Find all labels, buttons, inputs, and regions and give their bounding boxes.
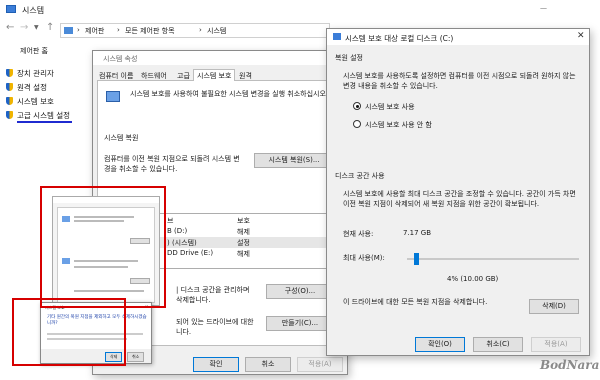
drive-status: 해제 bbox=[237, 250, 250, 258]
radio-disable-protection[interactable]: 시스템 보호 사용 안 함 bbox=[353, 119, 503, 129]
sidebar-item-label: 고급 시스템 설정 bbox=[17, 111, 71, 120]
protect-icon bbox=[333, 33, 341, 40]
highlight-box-dialog bbox=[12, 298, 126, 366]
sidebar-item-label: 원격 설정 bbox=[17, 83, 47, 92]
restore-text: 컴퓨터를 이전 복원 지점으로 되돌려 시스템 변경을 취소할 수 있습니다. bbox=[104, 155, 240, 173]
breadcrumb-item-3[interactable]: 시스템 bbox=[207, 26, 226, 36]
breadcrumb-item-1[interactable]: 제어판 bbox=[85, 26, 104, 36]
inset-no-button: 취소 bbox=[127, 352, 145, 362]
create-text-2: 니다. bbox=[176, 328, 192, 336]
control-panel-home-link[interactable]: 제어판 홈 bbox=[20, 46, 48, 56]
radio-enable-label: 시스템 보호 사용 bbox=[365, 103, 415, 111]
create-button[interactable]: 만들기(C)... bbox=[266, 316, 334, 331]
breadcrumb-sep-icon: › bbox=[199, 26, 202, 34]
radio-enable-protection[interactable]: 시스템 보호 사용 bbox=[353, 101, 503, 111]
recent-dropdown-icon[interactable]: ▼ bbox=[34, 24, 39, 31]
tab-remote[interactable]: 원격 bbox=[239, 71, 252, 81]
sysprops-intro: 시스템 보호를 사용하여 불필요한 시스템 변경을 실행 취소하십시오. bbox=[130, 90, 329, 98]
drive-status: 설정 bbox=[237, 239, 250, 247]
sysprops-ok-button[interactable]: 확인 bbox=[193, 357, 239, 372]
slider-track bbox=[407, 258, 579, 260]
system-protection-dialog: 시스템 보호 대상 로컬 디스크 (C:) ✕ 복원 설정 시스템 보호를 사용… bbox=[326, 28, 590, 356]
breadcrumb-item-2[interactable]: 모든 제어판 항목 bbox=[125, 26, 175, 36]
protect-apply-button[interactable]: 적용(A) bbox=[531, 337, 581, 352]
sysprops-apply-button[interactable]: 적용(A) bbox=[297, 357, 343, 372]
drive-name: DD Drive (E:) bbox=[167, 249, 214, 257]
explorer-titlebar: 시스템 bbox=[0, 0, 600, 20]
shield-icon bbox=[6, 111, 13, 119]
disk-usage-text: 시스템 보호에 사용할 최대 디스크 공간을 조정할 수 있습니다. 공간이 가… bbox=[343, 190, 576, 208]
max-usage-label: 최대 사용(M): bbox=[343, 254, 385, 262]
tab-hardware[interactable]: 하드웨어 bbox=[141, 71, 167, 81]
protect-cancel-button[interactable]: 취소(C) bbox=[473, 337, 523, 352]
tab-computer-name[interactable]: 컴퓨터 이름 bbox=[99, 71, 133, 81]
sidebar-item-label: 시스템 보호 bbox=[17, 97, 54, 106]
restore-settings-header: 복원 설정 bbox=[335, 54, 363, 62]
up-icon[interactable]: ↑ bbox=[46, 22, 54, 33]
tab-advanced[interactable]: 고급 bbox=[177, 71, 190, 81]
system-restore-button[interactable]: 시스템 복원(S)... bbox=[254, 153, 334, 168]
protect-title: 시스템 보호 대상 로컬 디스크 (C:) bbox=[345, 34, 454, 43]
protect-titlebar: 시스템 보호 대상 로컬 디스크 (C:) ✕ bbox=[327, 29, 589, 45]
protect-ok-button[interactable]: 확인(O) bbox=[415, 337, 465, 352]
explorer-title: 시스템 bbox=[22, 6, 45, 15]
drive-status: 해제 bbox=[237, 228, 250, 236]
sysprops-cancel-button[interactable]: 취소 bbox=[245, 357, 291, 372]
sysprops-title: 시스템 속성 bbox=[103, 55, 138, 63]
drive-name: B (D:) bbox=[167, 227, 188, 235]
tab-system-protection[interactable]: 시스템 보호 bbox=[193, 69, 236, 81]
slider-thumb[interactable] bbox=[414, 253, 419, 265]
breadcrumb-sep-icon: › bbox=[77, 26, 80, 34]
advanced-settings-underline bbox=[17, 121, 72, 123]
address-bar[interactable]: › 제어판 › 모든 제어판 항목 › 시스템 bbox=[60, 23, 330, 38]
computer-icon bbox=[106, 91, 120, 102]
drive-name: ) (시스템) bbox=[167, 239, 197, 247]
configure-text: | 디스크 공간을 관리하며 bbox=[176, 286, 250, 294]
configure-text-2: 삭제합니다. bbox=[176, 296, 211, 304]
radio-disable-label: 시스템 보호 사용 안 함 bbox=[365, 121, 432, 129]
explorer-minimize-icon[interactable]: — bbox=[540, 4, 547, 12]
delete-text: 이 드라이브에 대한 모든 복원 지점을 삭제합니다. bbox=[343, 298, 488, 306]
folder-icon bbox=[64, 27, 73, 34]
sysprops-titlebar: 시스템 속성 bbox=[93, 51, 347, 65]
create-text: 되어 있는 드라이브에 대한 bbox=[176, 318, 254, 326]
disk-usage-header: 디스크 공간 사용 bbox=[335, 172, 385, 180]
radio-button-on[interactable] bbox=[353, 102, 361, 110]
current-usage-label: 현재 사용: bbox=[343, 230, 374, 238]
shield-icon bbox=[6, 83, 13, 91]
sysprops-tabbar: 컴퓨터 이름 하드웨어 고급 시스템 보호 원격 bbox=[97, 69, 343, 81]
restore-header: 시스템 복원 bbox=[104, 134, 139, 142]
delete-button[interactable]: 삭제(D) bbox=[529, 299, 579, 314]
protection-col-header: 보호 bbox=[237, 217, 250, 225]
restore-settings-text: 시스템 보호를 사용하도록 설정하면 컴퓨터를 이전 시점으로 되돌려 원하지 … bbox=[343, 72, 576, 90]
forward-icon[interactable]: → bbox=[20, 22, 28, 33]
highlight-box-window bbox=[40, 186, 166, 308]
shield-icon bbox=[6, 97, 13, 105]
max-usage-slider[interactable] bbox=[407, 253, 579, 265]
slider-readout: 4% (10.00 GB) bbox=[447, 275, 499, 283]
sidebar-item-label: 장치 관리자 bbox=[17, 69, 54, 78]
close-icon[interactable]: ✕ bbox=[577, 31, 585, 41]
system-icon bbox=[6, 5, 16, 13]
back-icon[interactable]: ← bbox=[6, 22, 14, 33]
shield-icon bbox=[6, 69, 13, 77]
watermark: BodNara bbox=[540, 358, 600, 372]
radio-button-off[interactable] bbox=[353, 120, 361, 128]
current-usage-value: 7.17 GB bbox=[403, 229, 432, 237]
configure-button[interactable]: 구성(O)... bbox=[266, 284, 334, 299]
breadcrumb-sep-icon: › bbox=[117, 26, 120, 34]
